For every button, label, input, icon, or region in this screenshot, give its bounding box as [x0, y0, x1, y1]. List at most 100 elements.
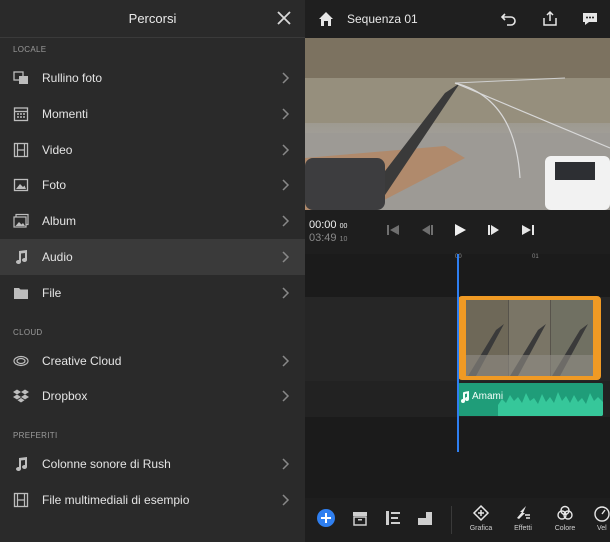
- add-media-icon[interactable]: [316, 508, 336, 528]
- chevron-right-icon: [282, 251, 290, 263]
- chevron-right-icon: [282, 144, 290, 156]
- music-note-icon: [16, 249, 27, 264]
- current-timecode: 00:00 00: [309, 219, 347, 231]
- step-forward-icon[interactable]: [486, 222, 502, 238]
- current-frames: 00: [339, 223, 348, 230]
- creative-cloud-icon: [13, 355, 29, 366]
- home-icon[interactable]: [317, 10, 335, 28]
- sidebar-item-label: Audio: [42, 249, 73, 264]
- sidebar-item-creative-cloud[interactable]: Creative Cloud: [0, 343, 305, 379]
- dropbox-icon: [13, 389, 29, 403]
- sidebar-item-label: Rullino foto: [42, 71, 103, 85]
- camera-roll-icon: [13, 71, 28, 84]
- color-icon: [557, 505, 573, 520]
- section-header-preferiti: PREFERITI: [13, 431, 58, 441]
- playhead[interactable]: [457, 254, 459, 452]
- thumbnail-strip: [466, 324, 593, 376]
- audio-clip-label: Amami: [472, 391, 504, 402]
- sidebar-item-label: Foto: [42, 178, 67, 193]
- comment-icon[interactable]: [581, 10, 599, 28]
- album-icon: [13, 214, 29, 228]
- music-note-icon: [16, 457, 27, 472]
- music-note-icon: [461, 391, 469, 403]
- go-to-start-icon[interactable]: [385, 222, 401, 238]
- close-icon[interactable]: [277, 11, 291, 25]
- chevron-right-icon: [282, 179, 290, 191]
- sidebar-item-file[interactable]: File: [0, 275, 305, 311]
- sidebar-item-audio[interactable]: Audio: [0, 238, 305, 275]
- film-icon: [13, 492, 29, 508]
- chevron-right-icon: [282, 108, 290, 120]
- folder-icon: [14, 287, 28, 299]
- panel-header: Percorsi: [0, 0, 305, 38]
- audio-clip[interactable]: Amami: [458, 383, 603, 416]
- film-icon: [13, 142, 29, 157]
- panel-title: Percorsi: [128, 11, 177, 26]
- timeline[interactable]: 00 01 Amami: [305, 254, 610, 498]
- step-back-icon[interactable]: [419, 222, 435, 238]
- video-preview[interactable]: [305, 38, 610, 210]
- go-to-end-icon[interactable]: [520, 222, 536, 238]
- total-frames: 10: [339, 236, 348, 243]
- current-time: 00:00: [309, 219, 337, 231]
- archive-icon[interactable]: [350, 508, 370, 528]
- tool-label: Grafica: [469, 525, 493, 532]
- tool-label: Effetti: [514, 525, 532, 532]
- total-time: 03:49: [309, 232, 337, 244]
- chevron-right-icon: [282, 494, 290, 506]
- chevron-right-icon: [282, 390, 290, 402]
- effects-icon: [517, 506, 530, 519]
- sidebar-item-label: Momenti: [42, 106, 89, 121]
- layout-icon[interactable]: [415, 508, 435, 528]
- bottom-toolbar: Grafica Effetti Colore Vel: [305, 498, 610, 542]
- sidebar-item-colonne-sonore[interactable]: Colonne sonore di Rush: [0, 446, 305, 482]
- chevron-right-icon: [282, 355, 290, 367]
- sidebar-item-label: File: [42, 285, 62, 300]
- play-icon[interactable]: [452, 222, 468, 238]
- video-clip-thumbnails: [466, 300, 593, 376]
- sidebar-item-dropbox[interactable]: Dropbox: [0, 378, 305, 414]
- tool-effetti[interactable]: Effetti: [503, 498, 543, 542]
- sidebar-item-label: Album: [42, 214, 77, 229]
- sidebar-item-rullino-foto[interactable]: Rullino foto: [0, 60, 305, 96]
- speed-icon: [594, 506, 610, 522]
- sidebar-item-label: Colonne sonore di Rush: [42, 457, 171, 472]
- preview-frame: [305, 38, 610, 210]
- sidebar-item-label: File multimediali di esempio: [42, 492, 190, 507]
- video-clip[interactable]: [458, 296, 601, 380]
- photo-icon: [13, 179, 29, 192]
- section-header-cloud: CLOUD: [13, 327, 43, 337]
- chevron-right-icon: [282, 287, 290, 299]
- sidebar-item-file-esempio[interactable]: File multimediali di esempio: [0, 482, 305, 518]
- tool-vel[interactable]: Vel: [587, 498, 610, 542]
- sidebar-item-album[interactable]: Album: [0, 203, 305, 239]
- transport-bar: 00:00 00 03:49 10: [305, 210, 610, 254]
- section-header-locale: LOCALE: [13, 45, 47, 54]
- calendar-icon: [13, 107, 29, 121]
- tool-colore[interactable]: Colore: [545, 498, 585, 542]
- chevron-right-icon: [282, 72, 290, 84]
- chevron-right-icon: [282, 458, 290, 470]
- graphics-icon: [472, 504, 490, 522]
- editor-topbar: Sequenza 01: [305, 0, 610, 38]
- locations-panel: Percorsi LOCALE Rullino foto Momenti Vid…: [0, 0, 305, 542]
- sidebar-item-label: Dropbox: [42, 389, 88, 404]
- sidebar-item-video[interactable]: Video: [0, 132, 305, 168]
- toolbar-divider: [451, 506, 452, 534]
- list-icon[interactable]: [383, 508, 403, 528]
- sequence-title: Sequenza 01: [347, 12, 418, 26]
- sidebar-item-foto[interactable]: Foto: [0, 167, 305, 203]
- total-timecode: 03:49 10: [309, 232, 347, 244]
- sidebar-item-momenti[interactable]: Momenti: [0, 96, 305, 132]
- tool-label: Colore: [554, 525, 576, 532]
- sidebar-item-label: Creative Cloud: [42, 353, 122, 368]
- chevron-right-icon: [282, 215, 290, 227]
- share-icon[interactable]: [541, 10, 559, 28]
- ruler-mark: 01: [532, 254, 539, 260]
- undo-icon[interactable]: [499, 10, 517, 28]
- tool-label: Vel: [597, 525, 607, 532]
- sidebar-item-label: Video: [42, 142, 73, 157]
- tool-grafica[interactable]: Grafica: [461, 498, 501, 542]
